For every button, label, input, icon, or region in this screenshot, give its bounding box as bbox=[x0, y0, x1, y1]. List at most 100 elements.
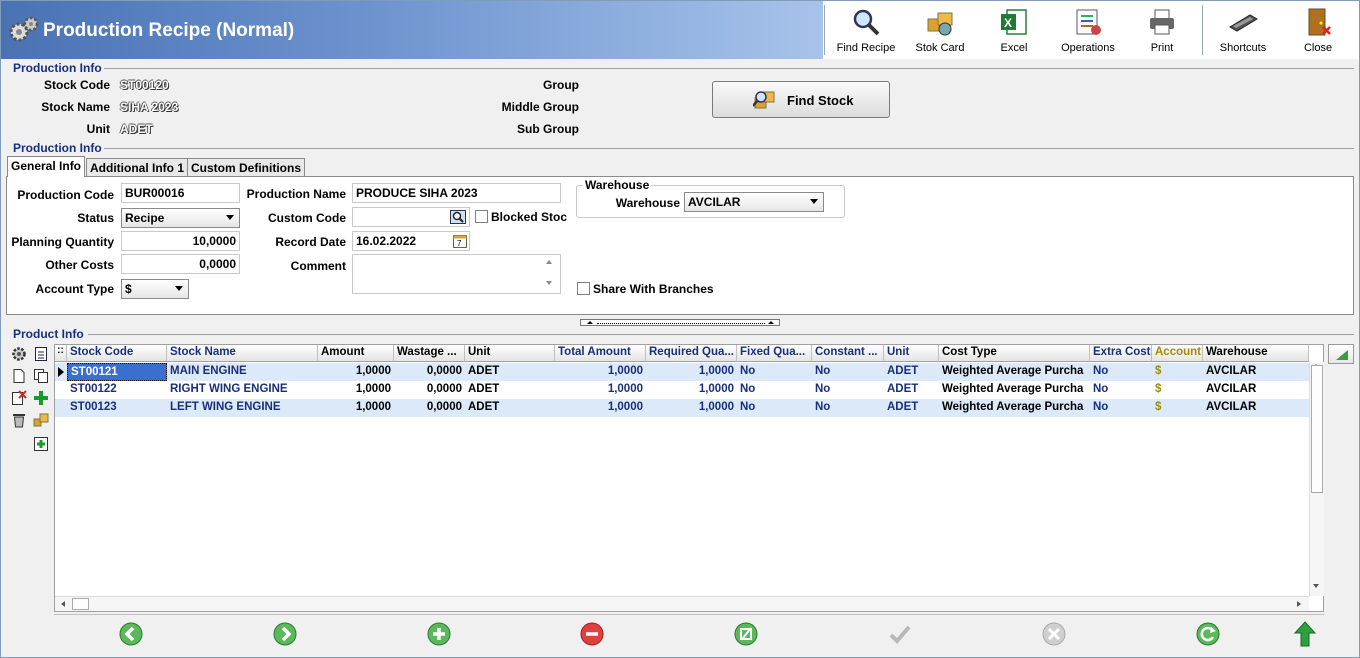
table-cell[interactable]: AVCILAR bbox=[1203, 399, 1309, 417]
table-cell[interactable]: Weighted Average Purcha bbox=[939, 363, 1090, 381]
table-row[interactable]: ST00122 RIGHT WING ENGINE 1,0000 0,0000 ADET… bbox=[55, 381, 1309, 399]
refresh-icon[interactable] bbox=[1195, 621, 1221, 647]
vertical-scrollbar[interactable] bbox=[1309, 362, 1324, 596]
table-cell[interactable]: Weighted Average Purcha bbox=[939, 381, 1090, 399]
tab-general-info[interactable]: General Info bbox=[7, 156, 86, 177]
column-header[interactable]: Wastage ... bbox=[394, 345, 465, 362]
column-header[interactable]: Amount bbox=[318, 345, 394, 362]
excel-button[interactable]: X Excel bbox=[978, 5, 1050, 57]
document-list-icon[interactable] bbox=[33, 346, 49, 362]
column-header[interactable]: Required Qua... bbox=[646, 345, 737, 362]
table-cell[interactable]: 1,0000 bbox=[318, 399, 394, 417]
column-header[interactable]: Unit bbox=[465, 345, 555, 362]
boxes-small-icon[interactable] bbox=[33, 412, 49, 428]
table-cell[interactable]: RIGHT WING ENGINE bbox=[167, 381, 318, 399]
table-cell[interactable]: ST00123 bbox=[67, 399, 167, 417]
table-row[interactable]: ST00121 MAIN ENGINE 1,0000 0,0000 ADET 1,0000… bbox=[55, 363, 1309, 381]
table-cell[interactable]: 0,0000 bbox=[394, 381, 465, 399]
next-icon[interactable] bbox=[272, 621, 298, 647]
add-icon[interactable] bbox=[33, 390, 49, 406]
table-cell[interactable]: ADET bbox=[465, 399, 555, 417]
splitter-handle[interactable] bbox=[580, 319, 780, 326]
lookup-icon[interactable] bbox=[450, 210, 466, 224]
vertical-scroll-thumb[interactable] bbox=[1311, 365, 1323, 493]
operations-button[interactable]: Operations bbox=[1052, 5, 1124, 57]
table-cell[interactable]: 1,0000 bbox=[555, 363, 646, 381]
other-costs-field[interactable]: 0,0000 bbox=[121, 254, 240, 274]
table-row[interactable]: ST00123 LEFT WING ENGINE 1,0000 0,0000 ADET 1… bbox=[55, 399, 1309, 417]
tab-custom-definitions[interactable]: Custom Definitions bbox=[187, 158, 305, 177]
table-cell[interactable]: No bbox=[737, 363, 812, 381]
table-cell[interactable]: 1,0000 bbox=[646, 381, 737, 399]
column-header[interactable]: Account bbox=[1152, 345, 1203, 362]
table-cell[interactable]: 0,0000 bbox=[394, 363, 465, 381]
share-branches-checkbox[interactable] bbox=[577, 282, 590, 295]
scroll-up-icon[interactable] bbox=[546, 260, 552, 264]
previous-icon[interactable] bbox=[118, 621, 144, 647]
table-cell[interactable]: AVCILAR bbox=[1203, 363, 1309, 381]
table-cell[interactable]: No bbox=[812, 399, 884, 417]
column-header[interactable]: Cost Type bbox=[939, 345, 1090, 362]
print-button[interactable]: Print bbox=[1126, 5, 1198, 57]
grid-options-button[interactable] bbox=[1328, 344, 1354, 364]
shortcuts-button[interactable]: Shortcuts bbox=[1207, 5, 1279, 57]
column-header[interactable]: Unit bbox=[884, 345, 939, 362]
scroll-left-icon[interactable] bbox=[61, 601, 65, 607]
cancel-icon[interactable] bbox=[1041, 621, 1067, 647]
table-cell[interactable]: $ bbox=[1152, 399, 1203, 417]
status-select[interactable]: Recipe bbox=[121, 208, 240, 228]
edit-record-icon[interactable] bbox=[733, 621, 759, 647]
table-cell[interactable]: ADET bbox=[884, 381, 939, 399]
horizontal-scrollbar[interactable] bbox=[55, 596, 1309, 611]
close-button[interactable]: Close bbox=[1283, 5, 1353, 57]
comment-textarea[interactable] bbox=[352, 254, 561, 294]
blocked-stock-checkbox[interactable] bbox=[475, 210, 488, 223]
table-cell[interactable]: ST00121 bbox=[67, 363, 167, 381]
table-cell[interactable]: MAIN ENGINE bbox=[167, 363, 318, 381]
confirm-icon[interactable] bbox=[887, 621, 913, 647]
planning-quantity-field[interactable]: 10,0000 bbox=[121, 231, 240, 251]
table-cell[interactable]: Weighted Average Purcha bbox=[939, 399, 1090, 417]
find-recipe-button[interactable]: Find Recipe bbox=[830, 5, 902, 57]
trash-icon[interactable] bbox=[11, 412, 27, 428]
column-header[interactable]: Warehouse bbox=[1203, 345, 1309, 362]
table-cell[interactable]: AVCILAR bbox=[1203, 381, 1309, 399]
new-document-icon[interactable] bbox=[11, 368, 27, 384]
up-arrow-icon[interactable] bbox=[1292, 621, 1318, 647]
table-cell[interactable]: ST00122 bbox=[67, 381, 167, 399]
table-cell[interactable]: $ bbox=[1152, 363, 1203, 381]
production-code-field[interactable]: BUR00016 bbox=[121, 183, 240, 203]
delete-record-icon[interactable] bbox=[579, 621, 605, 647]
table-cell[interactable]: No bbox=[737, 381, 812, 399]
scroll-down-icon[interactable] bbox=[1313, 584, 1319, 588]
table-cell[interactable]: 1,0000 bbox=[646, 363, 737, 381]
column-header[interactable]: Stock Code bbox=[67, 345, 167, 362]
table-cell[interactable]: 1,0000 bbox=[555, 381, 646, 399]
account-type-select[interactable]: $ bbox=[121, 279, 189, 299]
delete-row-icon[interactable] bbox=[11, 390, 27, 406]
column-header[interactable]: Extra Cost bbox=[1090, 345, 1152, 362]
table-cell[interactable]: 1,0000 bbox=[318, 363, 394, 381]
calendar-icon[interactable]: 7 bbox=[453, 234, 467, 248]
column-header[interactable]: Fixed Qua... bbox=[737, 345, 812, 362]
copy-icon[interactable] bbox=[33, 368, 49, 384]
column-header[interactable]: Constant ... bbox=[812, 345, 884, 362]
table-cell[interactable]: No bbox=[1090, 363, 1152, 381]
table-cell[interactable]: 1,0000 bbox=[318, 381, 394, 399]
table-cell[interactable]: 1,0000 bbox=[646, 399, 737, 417]
find-stock-button[interactable]: Find Stock bbox=[712, 81, 890, 118]
table-cell[interactable]: LEFT WING ENGINE bbox=[167, 399, 318, 417]
tab-additional-info-1[interactable]: Additional Info 1 bbox=[86, 158, 188, 177]
warehouse-select[interactable]: AVCILAR bbox=[684, 192, 824, 212]
add-record-icon[interactable] bbox=[426, 621, 452, 647]
table-cell[interactable]: 1,0000 bbox=[555, 399, 646, 417]
gear-settings-icon[interactable] bbox=[11, 346, 27, 362]
horizontal-scroll-thumb[interactable] bbox=[72, 598, 89, 610]
table-cell[interactable]: No bbox=[1090, 381, 1152, 399]
table-cell[interactable]: 0,0000 bbox=[394, 399, 465, 417]
table-cell[interactable]: No bbox=[1090, 399, 1152, 417]
table-cell[interactable]: ADET bbox=[465, 381, 555, 399]
table-cell[interactable]: No bbox=[812, 381, 884, 399]
production-name-field[interactable]: PRODUCE SIHA 2023 bbox=[352, 183, 561, 203]
column-header[interactable]: Total Amount bbox=[555, 345, 646, 362]
